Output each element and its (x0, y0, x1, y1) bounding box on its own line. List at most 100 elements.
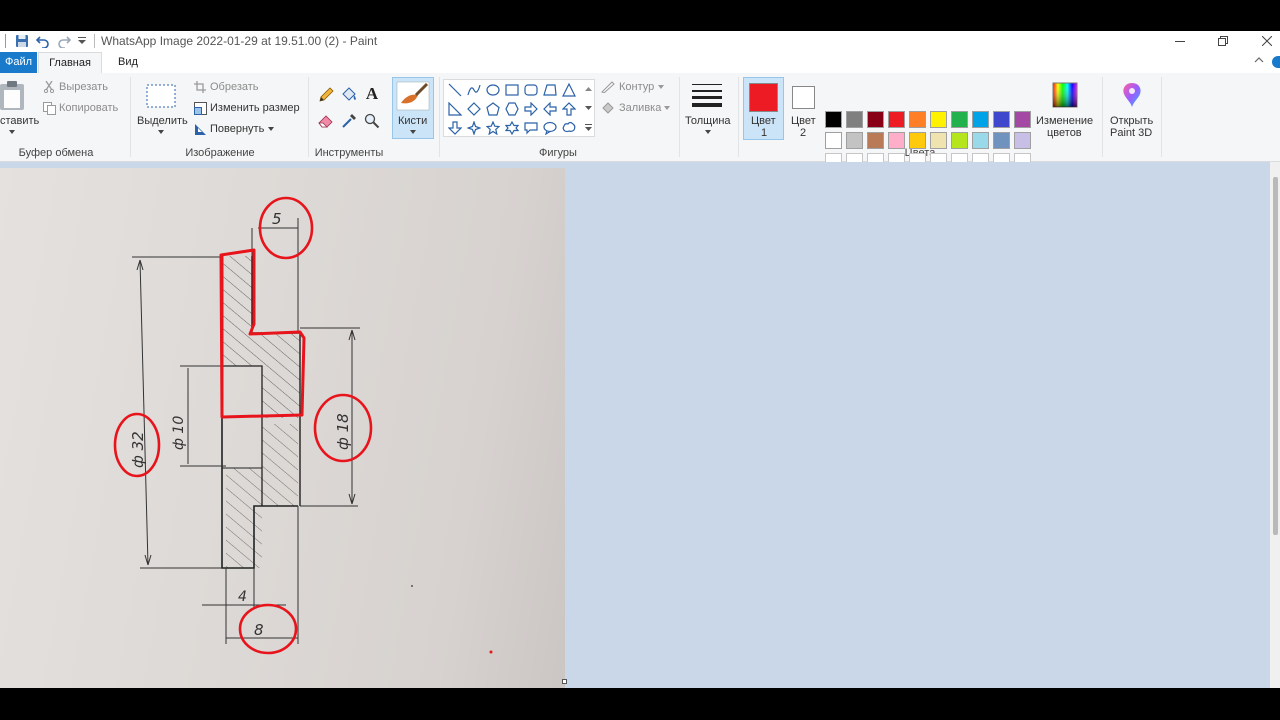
canvas-workspace[interactable]: 5 ф 32 ф 10 ф 18 4 8 (0, 162, 1270, 688)
restore-button[interactable] (1201, 31, 1245, 51)
palette-swatch[interactable] (825, 111, 842, 128)
rotate-dropdown-icon[interactable] (267, 126, 275, 132)
oval-shape-icon[interactable] (484, 81, 502, 99)
color2-label[interactable]: Цвет (791, 115, 816, 127)
technical-drawing-image: 5 ф 32 ф 10 ф 18 4 8 (113, 196, 493, 655)
text-tool-icon[interactable]: A (362, 84, 382, 104)
thickness-label[interactable]: Толщина (685, 115, 731, 127)
crop-button[interactable]: Обрезать (210, 81, 259, 93)
curve-shape-icon[interactable] (465, 81, 483, 99)
save-icon[interactable] (13, 33, 31, 49)
edit-colors-icon[interactable] (1051, 81, 1079, 109)
outline-icon (600, 80, 616, 94)
palette-swatch[interactable] (993, 132, 1010, 149)
palette-swatch[interactable] (846, 111, 863, 128)
palette-swatch[interactable] (1014, 111, 1031, 128)
line-shape-icon[interactable] (446, 81, 464, 99)
customize-qa-icon[interactable] (76, 33, 88, 49)
rect-callout-shape-icon[interactable] (522, 119, 540, 137)
close-button[interactable] (1245, 31, 1280, 51)
select-icon[interactable] (146, 83, 176, 109)
edit-colors-label[interactable]: Изменение (1036, 115, 1093, 127)
palette-swatch[interactable] (825, 132, 842, 149)
up-arrow-shape-icon[interactable] (560, 100, 578, 118)
tab-view[interactable]: Вид (106, 52, 150, 73)
eraser-icon[interactable] (316, 111, 336, 131)
outline-dropdown-icon[interactable] (657, 84, 665, 90)
paste-button[interactable]: ставить (0, 115, 39, 127)
polygon-shape-icon[interactable] (541, 81, 559, 99)
collapse-ribbon-icon[interactable] (1254, 55, 1264, 66)
select-button[interactable]: Выделить (137, 115, 188, 127)
palette-swatch[interactable] (846, 132, 863, 149)
pencil-icon[interactable] (316, 85, 336, 105)
clipboard-group-label: Буфер обмена (18, 147, 94, 159)
oval-callout-shape-icon[interactable] (541, 119, 559, 137)
diamond-shape-icon[interactable] (465, 100, 483, 118)
color2-swatch[interactable] (792, 86, 815, 109)
fill-bucket-icon[interactable] (339, 85, 359, 105)
four-point-star-shape-icon[interactable] (465, 119, 483, 137)
palette-swatch[interactable] (930, 132, 947, 149)
paint3d-label[interactable]: Открыть (1110, 115, 1153, 127)
left-arrow-shape-icon[interactable] (541, 100, 559, 118)
right-triangle-shape-icon[interactable] (446, 100, 464, 118)
fill-icon (600, 101, 616, 115)
color-picker-icon[interactable] (339, 111, 359, 131)
fill-button[interactable]: Заливка (619, 102, 661, 114)
palette-swatch[interactable] (930, 111, 947, 128)
shapes-gallery (443, 79, 595, 137)
fill-dropdown-icon[interactable] (663, 105, 671, 111)
resize-button[interactable]: Изменить размер (210, 102, 300, 114)
triangle-shape-icon[interactable] (560, 81, 578, 99)
paint3d-icon[interactable] (1118, 80, 1146, 110)
rounded-rectangle-shape-icon[interactable] (522, 81, 540, 99)
palette-swatch[interactable] (867, 111, 884, 128)
minimize-button[interactable] (1158, 31, 1202, 51)
thickness-dropdown-icon[interactable] (704, 129, 712, 135)
thickness-icon[interactable] (690, 81, 724, 109)
palette-swatch[interactable] (993, 111, 1010, 128)
rectangle-shape-icon[interactable] (503, 81, 521, 99)
cloud-callout-shape-icon[interactable] (560, 119, 578, 137)
six-point-star-shape-icon[interactable] (503, 119, 521, 137)
shapes-scroll-down-icon[interactable] (583, 101, 593, 115)
brushes-dropdown-icon[interactable] (409, 129, 417, 135)
hexagon-shape-icon[interactable] (503, 100, 521, 118)
undo-icon[interactable] (34, 33, 52, 49)
select-dropdown-icon[interactable] (157, 129, 165, 135)
tab-file[interactable]: Файл (0, 52, 37, 73)
palette-swatch[interactable] (909, 111, 926, 128)
copy-button[interactable]: Копировать (59, 102, 118, 114)
outline-button[interactable]: Контур (619, 81, 654, 93)
rotate-button[interactable]: Повернуть (210, 123, 264, 135)
right-arrow-shape-icon[interactable] (522, 100, 540, 118)
shapes-expand-icon[interactable] (583, 120, 593, 134)
vertical-scroll-thumb[interactable] (1273, 177, 1278, 535)
canvas-resize-handle[interactable] (562, 679, 567, 684)
palette-swatch[interactable] (888, 132, 905, 149)
down-arrow-shape-icon[interactable] (446, 119, 464, 137)
palette-swatch[interactable] (867, 132, 884, 149)
palette-swatch[interactable] (1014, 132, 1031, 149)
palette-swatch[interactable] (951, 132, 968, 149)
tab-home[interactable]: Главная (38, 52, 102, 73)
magnifier-icon[interactable] (362, 111, 382, 131)
color1-number: 1 (761, 127, 768, 139)
menu-bar: Файл Главная Вид (0, 51, 1280, 73)
help-icon[interactable] (1272, 56, 1280, 68)
palette-swatch[interactable] (909, 132, 926, 149)
palette-swatch[interactable] (951, 111, 968, 128)
drawing-canvas[interactable]: 5 ф 32 ф 10 ф 18 4 8 (0, 168, 565, 688)
paste-dropdown-icon[interactable] (8, 129, 16, 135)
cut-button[interactable]: Вырезать (59, 81, 108, 93)
redo-icon[interactable] (55, 33, 73, 49)
shapes-scroll-up-icon[interactable] (583, 82, 593, 96)
five-point-star-shape-icon[interactable] (484, 119, 502, 137)
separator (1102, 77, 1103, 157)
pentagon-shape-icon[interactable] (484, 100, 502, 118)
paste-icon[interactable] (0, 81, 26, 111)
palette-swatch[interactable] (972, 132, 989, 149)
palette-swatch[interactable] (972, 111, 989, 128)
palette-swatch[interactable] (888, 111, 905, 128)
